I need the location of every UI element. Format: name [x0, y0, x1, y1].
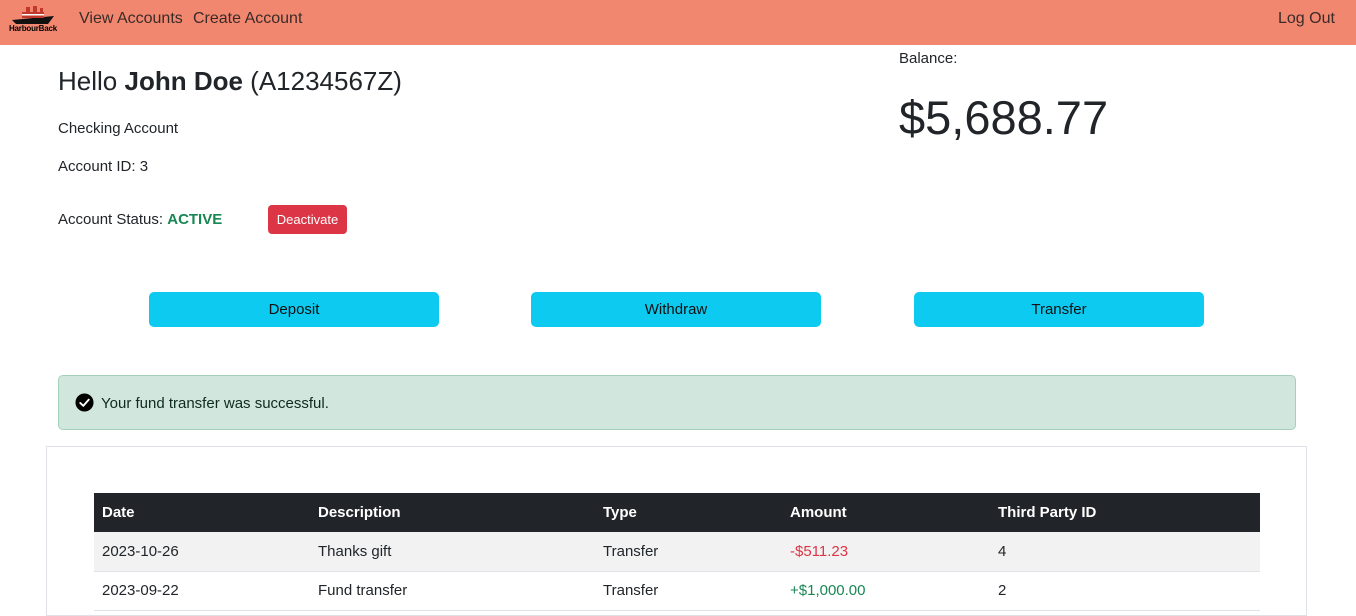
nav-log-out[interactable]: Log Out	[1278, 10, 1335, 28]
table-header-row: Date Description Type Amount Third Party…	[94, 493, 1260, 532]
ship-logo-icon	[12, 6, 54, 24]
nav-create-account[interactable]: Create Account	[193, 10, 302, 28]
balance-value: $5,688.77	[899, 91, 1109, 144]
cell-date: 2023-10-26	[94, 532, 310, 572]
nav-view-accounts[interactable]: View Accounts	[79, 10, 183, 28]
check-circle-icon	[75, 393, 94, 412]
account-type: Checking Account	[58, 120, 179, 137]
withdraw-button[interactable]: Withdraw	[531, 292, 821, 327]
table-row: 2023-10-26 Thanks gift Transfer -$511.23…	[94, 532, 1260, 572]
customer-name: John Doe	[124, 66, 243, 96]
navbar: HarbourBack View Accounts Create Account…	[0, 0, 1356, 45]
header-date[interactable]: Date	[94, 493, 310, 532]
account-id: Account ID: 3	[58, 158, 148, 175]
cell-description: Fund transfer	[310, 571, 595, 611]
table-row: 2023-09-22 Fund transfer Transfer +$1,00…	[94, 571, 1260, 611]
deactivate-button[interactable]: Deactivate	[268, 205, 347, 234]
cell-date: 2023-09-22	[94, 571, 310, 611]
transactions-table: Date Description Type Amount Third Party…	[94, 493, 1260, 611]
header-third-party-id[interactable]: Third Party ID	[990, 493, 1260, 532]
logo-text: HarbourBack	[8, 24, 58, 33]
account-id-label: Account ID:	[58, 158, 140, 175]
header-amount[interactable]: Amount	[782, 493, 990, 532]
cell-amount: +$1,000.00	[782, 571, 990, 611]
transactions-card: Date Description Type Amount Third Party…	[46, 446, 1307, 616]
cell-third-party-id: 4	[990, 532, 1260, 572]
deposit-button[interactable]: Deposit	[149, 292, 439, 327]
cell-third-party-id: 2	[990, 571, 1260, 611]
cell-amount: -$511.23	[782, 532, 990, 572]
account-id-value: 3	[139, 158, 149, 175]
customer-id: (A1234567Z)	[250, 66, 402, 96]
cell-description: Thanks gift	[310, 532, 595, 572]
cell-type: Transfer	[595, 571, 782, 611]
balance-label: Balance:	[899, 50, 958, 67]
cell-type: Transfer	[595, 532, 782, 572]
account-status-label: Account Status:	[58, 211, 168, 228]
harbourback-logo[interactable]: HarbourBack	[8, 4, 58, 40]
header-description[interactable]: Description	[310, 493, 595, 532]
transfer-button[interactable]: Transfer	[914, 292, 1204, 327]
page-title: Hello John Doe (A1234567Z)	[58, 66, 402, 97]
status-badge: ACTIVE	[167, 211, 223, 228]
greeting-prefix: Hello	[58, 66, 125, 96]
alert-message: Your fund transfer was successful.	[101, 395, 329, 412]
account-status: Account Status: ACTIVE	[58, 211, 222, 228]
success-alert: Your fund transfer was successful.	[58, 375, 1296, 430]
header-type[interactable]: Type	[595, 493, 782, 532]
